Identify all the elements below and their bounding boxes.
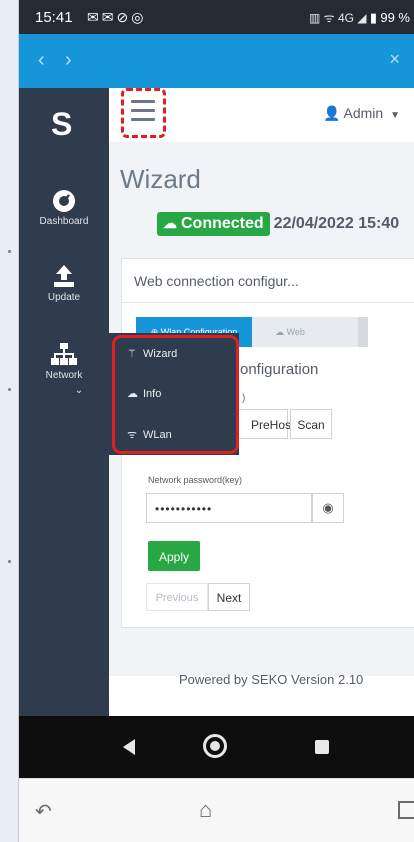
menu-icon[interactable] — [398, 801, 414, 819]
nav-home-icon[interactable] — [203, 734, 227, 758]
footer: Powered by SEKO Version 2.10 — [109, 672, 414, 716]
tab-label: Web — [286, 327, 305, 337]
footer-text: Powered by SEKO Version 2.10 — [179, 672, 364, 687]
close-icon[interactable]: × — [389, 49, 400, 70]
user-name: Admin — [343, 105, 384, 121]
password-label: Network password(key) — [148, 475, 243, 485]
sidebar-item-label: Network — [45, 370, 83, 381]
phone-screen: 15:41 ✉✉⊘◎ ▥ ᯤ 4G ◢ ▮ 99 % ‹ › × S Dashb… — [19, 0, 414, 842]
section-heading: onfiguration — [240, 361, 319, 378]
previous-button[interactable]: Previous — [146, 583, 208, 611]
status-time: 15:41 — [35, 9, 73, 26]
seko-logo: S — [51, 106, 73, 142]
connection-status-line: ☁ Connected 22/04/2022 15:40 — [157, 212, 399, 236]
password-field[interactable]: ••••••••••• — [146, 493, 312, 523]
device-frame-edge — [0, 0, 19, 842]
annotation-highlight-box — [112, 335, 239, 454]
battery-level: 99 % — [380, 10, 410, 25]
caret-down-icon: ▼ — [390, 110, 400, 121]
battery-icon: ▮ — [369, 10, 378, 25]
show-password-eye-icon[interactable]: ◉ — [312, 493, 344, 523]
hamburger-menu-icon[interactable] — [131, 100, 155, 122]
undo-back-icon[interactable]: ↶ — [35, 799, 52, 824]
sidebar-item-update[interactable]: Update — [19, 264, 109, 303]
apply-button[interactable]: Apply — [148, 541, 200, 571]
android-nav-bar — [19, 716, 414, 778]
status-bar: 15:41 ✉✉⊘◎ ▥ ᯤ 4G ◢ ▮ 99 % — [19, 0, 414, 34]
ssid-label-fragment: ) — [242, 393, 246, 404]
user-menu[interactable]: 👤 Admin ▼ — [323, 105, 400, 122]
tab-web[interactable]: ☁ Web — [252, 317, 328, 347]
browser-bottom-bar: ↶ ⌂ — [19, 778, 414, 842]
cell-signal-icon: ◢ — [357, 11, 370, 25]
network-icon — [51, 343, 77, 365]
frame-mark — [8, 250, 11, 253]
tab-overflow[interactable] — [358, 317, 368, 347]
user-icon: 👤 — [322, 105, 341, 121]
dashboard-gauge-icon — [53, 190, 75, 212]
sidebar-item-label: Update — [47, 292, 81, 303]
upload-icon — [54, 265, 74, 287]
frame-mark — [8, 560, 11, 563]
browser-toolbar: ‹ › × — [19, 34, 414, 88]
network-type: 4G — [337, 11, 354, 25]
chevron-down-icon[interactable]: ⌄ — [19, 385, 109, 396]
sidebar-item-dashboard[interactable]: Dashboard — [19, 188, 109, 227]
cloud-icon: ☁ — [163, 215, 177, 231]
status-badge-label: Connected — [181, 215, 264, 232]
home-icon[interactable]: ⌂ — [199, 797, 212, 823]
signal-icon: ▥ ᯤ — [308, 11, 338, 25]
sidebar: S Dashboard Update Network ⌄ — [19, 88, 109, 716]
forward-arrow-icon[interactable]: › — [65, 49, 72, 72]
sidebar-item-label: Dashboard — [39, 216, 89, 227]
nav-recents-icon[interactable] — [315, 740, 329, 754]
card-header: Web connection configur... — [122, 259, 414, 303]
cloud-icon: ☁ — [275, 327, 287, 337]
status-right-group: ▥ ᯤ 4G ◢ ▮ 99 % — [309, 9, 410, 26]
frame-mark — [8, 388, 11, 391]
back-arrow-icon[interactable]: ‹ — [38, 49, 45, 72]
nav-back-icon[interactable] — [123, 739, 135, 755]
page-title: Wizard — [120, 164, 201, 194]
sidebar-item-network[interactable]: Network ⌄ — [19, 342, 109, 396]
status-badge: ☁ Connected — [157, 212, 270, 236]
scan-button[interactable]: Scan — [290, 409, 332, 439]
notification-icons: ✉✉⊘◎ — [87, 9, 147, 25]
next-button[interactable]: Next — [208, 583, 250, 611]
top-navbar: 👤 Admin ▼ — [109, 88, 414, 142]
status-datetime: 22/04/2022 15:40 — [273, 215, 400, 232]
